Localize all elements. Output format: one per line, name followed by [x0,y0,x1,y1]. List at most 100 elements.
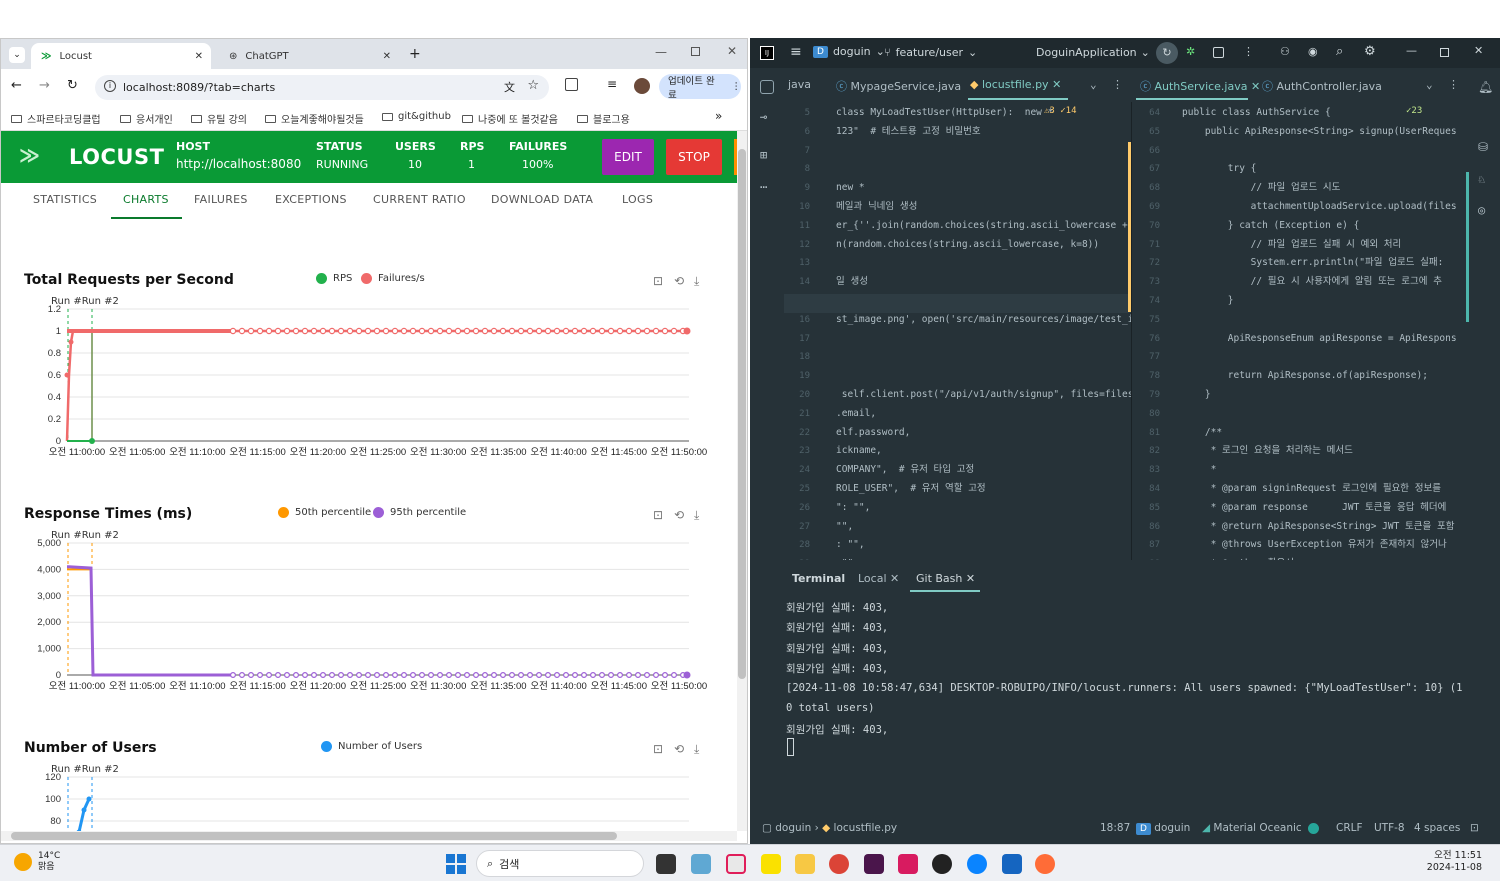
line-number[interactable]: 13 [784,258,810,268]
forward-icon[interactable]: → [39,78,50,93]
extensions-icon[interactable] [565,78,578,91]
download-icon[interactable]: ⤓ [694,742,699,757]
line-number[interactable]: 67 [1134,164,1160,174]
more-icon[interactable]: ⋮ [1243,45,1254,58]
zoom-icon[interactable]: ⊡ [653,508,663,522]
line-number[interactable]: 16 [784,315,810,325]
back-icon[interactable]: ← [11,78,22,93]
ai-assistant-icon[interactable]: ◉ [1308,45,1318,58]
cursor-position[interactable]: 18:87 [1100,822,1130,834]
maximize-icon[interactable] [691,47,700,56]
line-number[interactable]: 78 [1134,371,1160,381]
line-number[interactable]: 88 [1134,559,1160,560]
tab-more-icon[interactable]: ⋮ [1448,78,1459,91]
tab-search-button[interactable]: ⌄ [9,47,25,63]
line-number[interactable]: 12 [784,240,810,250]
weather-widget[interactable]: 14°C 맑음 [14,851,60,873]
line-number[interactable]: 27 [784,522,810,532]
line-number[interactable]: 84 [1134,484,1160,494]
editor-tab-locustfile[interactable]: ◆ locustfile.py ✕ [970,78,1061,91]
line-number[interactable]: 79 [1134,390,1160,400]
minimize-icon[interactable]: — [655,45,667,59]
line-number[interactable]: 10 [784,202,810,212]
database-icon[interactable]: ⛁ [1478,140,1488,154]
tab-download-data[interactable]: DOWNLOAD DATA [491,193,593,206]
maximize-icon[interactable] [1440,48,1449,57]
line-number[interactable]: 64 [1134,108,1160,118]
legend-failures[interactable]: Failures/s [361,273,425,284]
line-number[interactable]: 23 [784,446,810,456]
terminal-cursor[interactable] [787,738,794,756]
line-number[interactable]: 18 [784,352,810,362]
restore-icon[interactable]: ⟲ [674,742,684,756]
editor-tab-authcontroller[interactable]: ⓒ AuthController.java [1262,78,1382,94]
line-number[interactable]: 66 [1134,146,1160,156]
new-tab-icon[interactable]: + [409,46,421,62]
minimize-icon[interactable]: — [1406,44,1417,57]
editor-tab-java[interactable]: java [788,78,811,91]
stop-button[interactable]: STOP [666,139,722,175]
terminal-tab-local[interactable]: Local ✕ [858,572,899,585]
line-number[interactable]: 72 [1134,258,1160,268]
line-number[interactable]: 65 [1134,127,1160,137]
reload-icon[interactable]: ↻ [67,78,78,93]
line-number[interactable]: 86 [1134,522,1160,532]
commit-icon[interactable]: ⊸ [760,110,767,124]
postman-icon[interactable] [1035,854,1055,874]
tab-logs[interactable]: LOGS [622,193,653,206]
search-icon[interactable]: ⌕ [1336,44,1343,59]
tab-list-icon[interactable]: ⌄ [1426,78,1433,91]
zoom-icon[interactable]: ⊡ [653,742,663,756]
github-icon[interactable] [932,854,952,874]
legend-p50[interactable]: 50th percentile [278,507,371,518]
gradle-icon[interactable]: ♘ [1478,172,1485,186]
taskbar-search[interactable]: ⌕ 검색 [476,850,644,877]
readonly-lock-icon[interactable]: ⊡ [1470,822,1479,834]
line-number[interactable]: 87 [1134,540,1160,550]
notifications-icon[interactable]: 🔔︎ [1478,80,1493,94]
theme-indicator[interactable]: ◢ Material Oceanic [1202,822,1302,834]
zoom-icon[interactable]: ⊡ [653,274,663,288]
avatar[interactable] [634,78,650,94]
line-number[interactable]: 80 [1134,409,1160,419]
bookmark-folder[interactable]: git&github [382,111,451,122]
line-number[interactable]: 25 [784,484,810,494]
indent-setting[interactable]: 4 spaces [1414,822,1460,834]
tab-exceptions[interactable]: EXCEPTIONS [275,193,347,206]
file-explorer-icon[interactable] [795,854,815,874]
bookmark-folder[interactable]: 스파르타코딩클럽 [11,111,101,126]
horizontal-scrollbar[interactable] [1,831,737,841]
reading-list-icon[interactable]: ≡ [607,77,617,91]
legend-rps[interactable]: RPS [316,273,352,284]
line-separator[interactable]: CRLF [1336,822,1363,834]
close-window-icon[interactable]: ✕ [1474,44,1483,57]
debug-icon[interactable]: ✲ [1186,45,1195,58]
line-number[interactable]: 6 [784,127,810,137]
messenger-icon[interactable] [967,854,987,874]
line-number[interactable]: 17 [784,334,810,344]
tab-current-ratio[interactable]: CURRENT RATIO [373,193,466,206]
line-number[interactable]: 28 [784,540,810,550]
line-number[interactable]: 11 [784,221,810,231]
line-number[interactable]: 7 [784,146,810,156]
line-number[interactable]: 29 [784,559,810,560]
edit-button[interactable]: EDIT [602,139,654,175]
inspection-count[interactable]: ✓23 [1406,106,1422,116]
bookmark-folder[interactable]: 유틸 강의 [191,111,247,126]
site-info-icon[interactable]: i [104,80,116,92]
main-menu-icon[interactable]: ≡ [790,44,802,60]
terminal-tab-gitbash[interactable]: Git Bash ✕ [916,572,975,585]
copilot-icon[interactable]: ◎ [1478,203,1485,217]
slack-app-icon[interactable] [864,854,884,874]
legend-p95[interactable]: 95th percentile [373,507,466,518]
branch-selector[interactable]: ⑂ feature/user ⌄ [884,46,977,59]
line-number[interactable]: 69 [1134,202,1160,212]
tab-statistics[interactable]: STATISTICS [33,193,97,206]
line-number[interactable]: 20 [784,390,810,400]
translate-icon[interactable]: 文 [504,79,515,95]
scrollbar-thumb[interactable] [738,149,746,679]
line-number[interactable]: 85 [1134,503,1160,513]
left-editor[interactable]: 5678910111213141516171819202122232425262… [784,102,1132,560]
line-number[interactable]: 24 [784,465,810,475]
project-selector[interactable]: Ddoguin ⌄ [813,45,885,58]
